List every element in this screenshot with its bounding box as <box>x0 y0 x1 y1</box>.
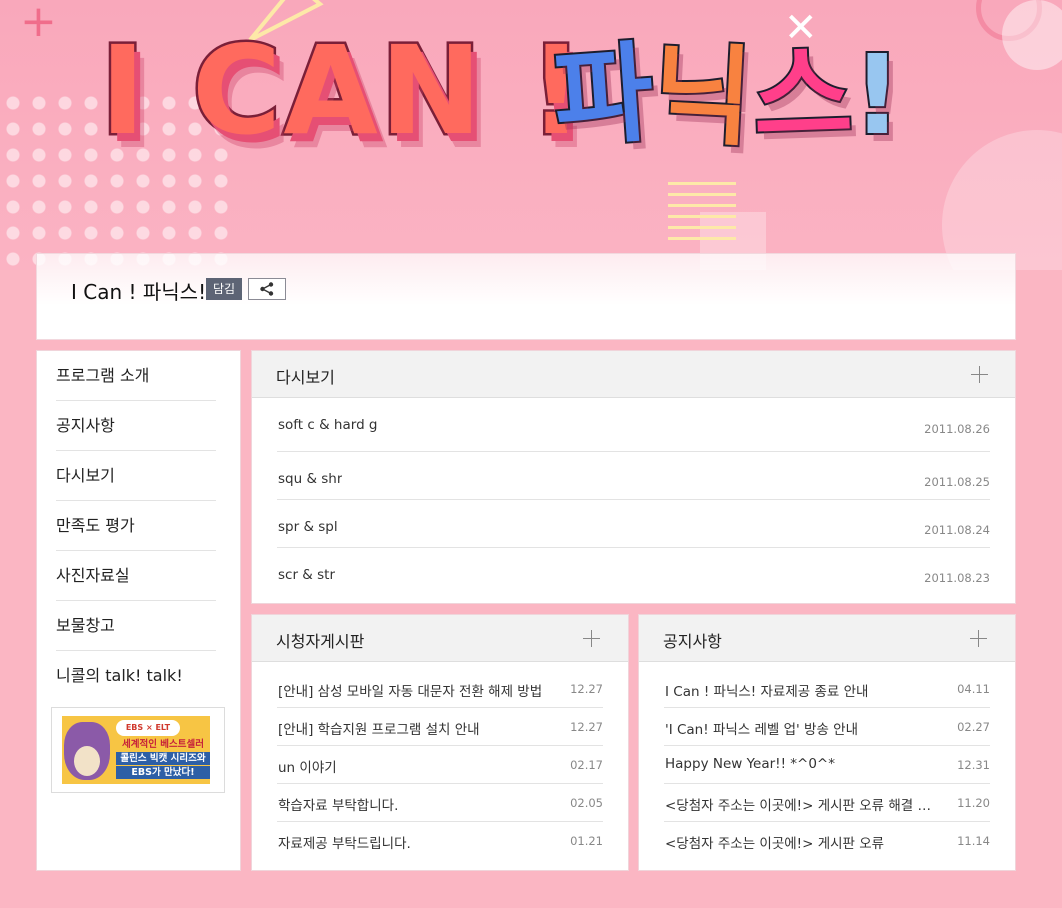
plus-decoration-icon: + <box>20 0 57 47</box>
replay-panel-title: 다시보기 <box>276 368 335 387</box>
list-item[interactable]: scr & str 2011.08.23 <box>277 548 990 596</box>
sidebar: 프로그램 소개 공지사항 다시보기 만족도 평가 사진자료실 보물창고 니콜의 … <box>36 350 241 871</box>
ad-banner[interactable]: EBS × ELT 세계적인 베스트셀러 콜린스 빅캣 시리즈와 EBS가 만났… <box>51 707 225 793</box>
item-date: 12.27 <box>570 682 603 696</box>
item-title: scr & str <box>278 567 335 583</box>
list-item[interactable]: Happy New Year!! *^0^* 12.31 <box>664 746 990 784</box>
replay-list: soft c & hard g 2011.08.26 squ & shr 201… <box>252 398 1015 596</box>
sidebar-item-survey[interactable]: 만족도 평가 <box>56 501 216 551</box>
list-item[interactable]: soft c & hard g 2011.08.26 <box>277 398 990 452</box>
item-date: 2011.08.24 <box>924 523 990 537</box>
item-date: 2011.08.25 <box>924 475 990 489</box>
item-title: [안내] 삼성 모바일 자동 대문자 전환 해제 방법 <box>278 684 543 700</box>
ad-text: 세계적인 베스트셀러 콜린스 빅캣 시리즈와 EBS가 만났다! <box>116 738 210 780</box>
item-title: <당첨자 주소는 이곳에!> 게시판 오류 해결 ^^ <box>665 798 935 814</box>
banner-title-char: 파 <box>548 29 660 165</box>
list-item[interactable]: [안내] 삼성 모바일 자동 대문자 전환 해제 방법 12.27 <box>277 662 603 708</box>
viewer-board-title: 시청자게시판 <box>276 632 365 651</box>
sidebar-menu: 프로그램 소개 공지사항 다시보기 만족도 평가 사진자료실 보물창고 니콜의 … <box>37 351 240 701</box>
viewer-board-panel: 시청자게시판 [안내] 삼성 모바일 자동 대문자 전환 해제 방법 12.27… <box>251 614 629 871</box>
item-date: 04.11 <box>957 682 990 696</box>
program-title-bar: I Can ! 파닉스! 담김 <box>36 253 1016 340</box>
item-date: 12.31 <box>957 758 990 772</box>
item-date: 02.27 <box>957 720 990 734</box>
item-title: Happy New Year!! *^0^* <box>665 756 835 772</box>
viewer-board-list: [안내] 삼성 모바일 자동 대문자 전환 해제 방법 12.27 [안내] 학… <box>252 662 628 860</box>
sidebar-item-photo-archive[interactable]: 사진자료실 <box>56 551 216 601</box>
item-title: 학습자료 부탁합니다. <box>278 798 399 814</box>
ad-text-line: 콜린스 빅캣 시리즈와 <box>116 752 210 765</box>
item-date: 02.05 <box>570 796 603 810</box>
item-date: 11.20 <box>957 796 990 810</box>
replay-more-icon[interactable] <box>971 366 989 384</box>
item-title: I Can ! 파닉스! 자료제공 종료 안내 <box>665 684 869 700</box>
item-title: un 이야기 <box>278 760 337 776</box>
list-item[interactable]: <당첨자 주소는 이곳에!> 게시판 오류 11.14 <box>664 822 990 860</box>
circle-decoration <box>1002 0 1062 70</box>
ad-text-line: EBS가 만났다! <box>116 766 210 779</box>
list-item[interactable]: 'I Can! 파닉스 레벨 업' 방송 안내 02.27 <box>664 708 990 746</box>
sidebar-item-program-intro[interactable]: 프로그램 소개 <box>56 351 216 401</box>
program-title: I Can ! 파닉스! <box>71 280 207 304</box>
ad-banner-image: EBS × ELT 세계적인 베스트셀러 콜린스 빅캣 시리즈와 EBS가 만났… <box>62 716 210 784</box>
notice-panel-header: 공지사항 <box>639 615 1015 662</box>
share-button[interactable] <box>248 278 286 300</box>
notice-list: I Can ! 파닉스! 자료제공 종료 안내 04.11 'I Can! 파닉… <box>639 662 1015 860</box>
replay-panel-header: 다시보기 <box>252 351 1015 398</box>
viewer-board-header: 시청자게시판 <box>252 615 628 662</box>
viewer-board-more-icon[interactable] <box>583 630 601 648</box>
list-item[interactable]: I Can ! 파닉스! 자료제공 종료 안내 04.11 <box>664 662 990 708</box>
banner-title-char: 닉 <box>648 29 758 163</box>
item-date: 02.17 <box>570 758 603 772</box>
item-date: 2011.08.26 <box>924 422 990 436</box>
replay-panel: 다시보기 soft c & hard g 2011.08.26 squ & sh… <box>251 350 1016 604</box>
list-item[interactable]: 자료제공 부탁드립니다. 01.21 <box>277 822 603 860</box>
item-date: 2011.08.23 <box>924 571 990 585</box>
item-title: [안내] 학습지원 프로그램 설치 안내 <box>278 722 480 738</box>
item-title: <당첨자 주소는 이곳에!> 게시판 오류 <box>665 836 885 852</box>
circle-decoration <box>942 130 1062 270</box>
list-item[interactable]: <당첨자 주소는 이곳에!> 게시판 오류 해결 ^^ 11.20 <box>664 784 990 822</box>
list-item[interactable]: spr & spl 2011.08.24 <box>277 500 990 548</box>
notice-panel-title: 공지사항 <box>663 632 722 651</box>
item-title: spr & spl <box>278 519 338 535</box>
banner-title-char: ! <box>850 31 904 159</box>
sidebar-item-treasure[interactable]: 보물창고 <box>56 601 216 651</box>
lion-mascot-icon <box>64 722 110 780</box>
banner-title-char: 스 <box>749 30 857 162</box>
list-item[interactable]: un 이야기 02.17 <box>277 746 603 784</box>
ad-logo: EBS × ELT <box>116 720 180 736</box>
item-title: soft c & hard g <box>278 417 378 433</box>
notice-panel: 공지사항 I Can ! 파닉스! 자료제공 종료 안내 04.11 'I Ca… <box>638 614 1016 871</box>
save-button[interactable]: 담김 <box>206 278 243 300</box>
item-title: 자료제공 부탁드립니다. <box>278 836 411 852</box>
stripe-decoration <box>668 182 736 242</box>
item-title: 'I Can! 파닉스 레벨 업' 방송 안내 <box>665 722 859 738</box>
ad-text-line: 세계적인 베스트셀러 <box>122 739 204 750</box>
sidebar-item-talk[interactable]: 니콜의 talk! talk! <box>56 651 216 701</box>
share-icon <box>260 282 274 296</box>
sidebar-item-notice[interactable]: 공지사항 <box>56 401 216 451</box>
list-item[interactable]: [안내] 학습지원 프로그램 설치 안내 12.27 <box>277 708 603 746</box>
list-item[interactable]: squ & shr 2011.08.25 <box>277 452 990 500</box>
list-item[interactable]: 학습자료 부탁합니다. 02.05 <box>277 784 603 822</box>
item-date: 12.27 <box>570 720 603 734</box>
item-date: 01.21 <box>570 834 603 848</box>
banner: + ✕ I CAN ! 파닉스! <box>0 0 1062 270</box>
item-title: squ & shr <box>278 471 343 487</box>
item-date: 11.14 <box>957 834 990 848</box>
notice-more-icon[interactable] <box>970 630 988 648</box>
sidebar-item-replay[interactable]: 다시보기 <box>56 451 216 501</box>
banner-title-english: I CAN ! <box>97 20 587 162</box>
banner-title-korean: 파닉스! <box>548 29 905 165</box>
